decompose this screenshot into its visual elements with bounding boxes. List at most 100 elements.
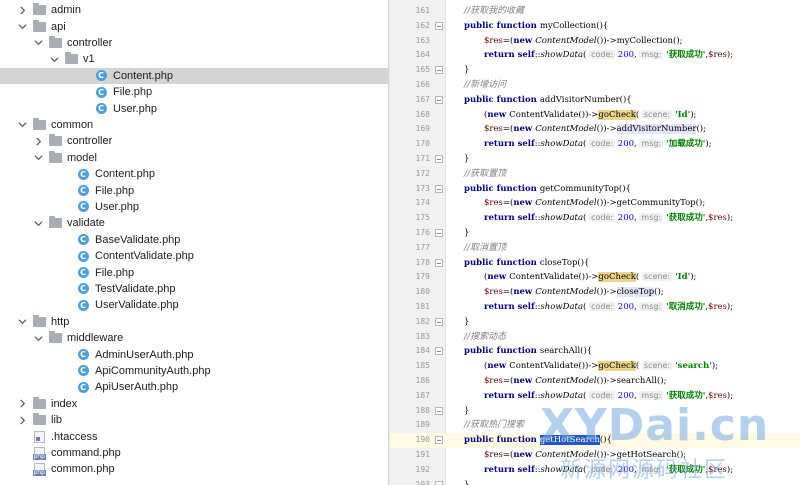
- fold-marker-icon[interactable]: [435, 258, 443, 267]
- tree-file[interactable]: command.php: [0, 445, 388, 461]
- tree-folder[interactable]: middleware: [0, 330, 388, 346]
- code-token: new: [513, 124, 536, 135]
- code-line[interactable]: 163 $res=(new ContentModel())->myCollecti…: [390, 34, 800, 49]
- tree-folder[interactable]: controller: [0, 133, 388, 149]
- chevron-right-icon[interactable]: [16, 4, 28, 16]
- tree-file[interactable]: C BaseValidate.php: [0, 232, 388, 248]
- tree-file[interactable]: C Content.php: [0, 166, 388, 182]
- code-line[interactable]: 191 $res=(new ContentModel())->getHotSear…: [390, 448, 800, 463]
- tree-file[interactable]: C User.php: [0, 199, 388, 215]
- code-line[interactable]: 177 //取消置顶: [390, 241, 800, 256]
- code-line[interactable]: 187 return self::showData( code: 200, msg…: [390, 389, 800, 404]
- code-line[interactable]: 162 public function myCollection(){: [390, 19, 800, 34]
- code-line[interactable]: 180 $res=(new ContentModel())->closeTop()…: [390, 285, 800, 300]
- code-line[interactable]: 179 (new ContentValidate())->goCheck( sce…: [390, 270, 800, 285]
- chevron-down-icon[interactable]: [32, 217, 44, 229]
- tree-folder[interactable]: model: [0, 150, 388, 166]
- tree-file[interactable]: C Content.php: [0, 67, 388, 84]
- code-line[interactable]: 165}: [390, 63, 800, 78]
- code-line[interactable]: 170 return self::showData( code: 200, msg…: [390, 137, 800, 152]
- chevron-down-icon[interactable]: [16, 21, 28, 33]
- folder-icon: [32, 314, 46, 328]
- tree-file[interactable]: C User.php: [0, 100, 388, 116]
- code-line[interactable]: 176}: [390, 226, 800, 241]
- code-line[interactable]: 173 public function getCommunityTop(){: [390, 182, 800, 197]
- tree-file[interactable]: .htaccess: [0, 428, 388, 444]
- tree-file[interactable]: C ContentValidate.php: [0, 248, 388, 264]
- chevron-down-icon[interactable]: [16, 316, 28, 328]
- code-line[interactable]: 188}: [390, 404, 800, 419]
- chevron-right-icon[interactable]: [16, 414, 28, 426]
- tree-folder[interactable]: index: [0, 396, 388, 412]
- chevron-down-icon[interactable]: [48, 53, 60, 65]
- code-line[interactable]: 183 //搜索动态: [390, 330, 800, 345]
- tree-file[interactable]: common.php: [0, 461, 388, 477]
- code-line[interactable]: 184 public function searchAll(){: [390, 344, 800, 359]
- tree-file[interactable]: C File.php: [0, 264, 388, 280]
- code-line[interactable]: 172 //获取置顶: [390, 167, 800, 182]
- tree-folder[interactable]: api: [0, 18, 388, 34]
- tree-folder[interactable]: http: [0, 314, 388, 330]
- line-number: 179: [415, 272, 430, 282]
- code-line[interactable]: 185 (new ContentValidate())->goCheck( sce…: [390, 359, 800, 374]
- tree-file[interactable]: C TestValidate.php: [0, 281, 388, 297]
- code-line[interactable]: 169 $res=(new ContentModel())->addVisitor…: [390, 122, 800, 137]
- tree-file[interactable]: C AdminUserAuth.php: [0, 346, 388, 362]
- code-line[interactable]: 174 $res=(new ContentModel())->getCommuni…: [390, 196, 800, 211]
- code-line[interactable]: 192 return self::showData( code: 200, msg…: [390, 463, 800, 478]
- fold-marker-icon[interactable]: [435, 155, 443, 163]
- code-line[interactable]: 181 return self::showData( code: 200, msg…: [390, 300, 800, 315]
- chevron-down-icon[interactable]: [32, 37, 44, 49]
- chevron-down-icon[interactable]: [16, 119, 28, 131]
- code-line[interactable]: 193}: [390, 478, 800, 485]
- fold-marker-icon[interactable]: [435, 480, 443, 485]
- parameter-hint: msg:: [639, 390, 664, 400]
- fold-marker-icon[interactable]: [435, 95, 443, 104]
- line-number: 173: [415, 183, 430, 193]
- tree-folder[interactable]: validate: [0, 215, 388, 231]
- tree-folder[interactable]: admin: [0, 2, 388, 18]
- code-line[interactable]: 164 return self::showData( code: 200, msg…: [390, 48, 800, 63]
- code-line[interactable]: 167 public function addVisitorNumber(){: [390, 93, 800, 108]
- php-class-icon: C: [76, 381, 90, 393]
- code-line[interactable]: 161 //获取我的收藏: [390, 4, 800, 19]
- code-line[interactable]: 175 return self::showData( code: 200, msg…: [390, 211, 800, 226]
- php-class-icon: C: [76, 299, 90, 311]
- code-editor[interactable]: 161 //获取我的收藏 162 public function myCollecti…: [390, 0, 800, 485]
- code-token: new: [487, 109, 510, 120]
- tree-file[interactable]: C UserValidate.php: [0, 297, 388, 313]
- tree-file[interactable]: C File.php: [0, 182, 388, 198]
- code-token: return self: [484, 213, 535, 224]
- code-line[interactable]: 186 $res=(new ContentModel())->searchAll(…: [390, 374, 800, 389]
- fold-marker-icon[interactable]: [435, 66, 443, 75]
- fold-marker-icon[interactable]: [435, 347, 443, 356]
- code-line[interactable]: 182}: [390, 315, 800, 330]
- chevron-down-icon[interactable]: [32, 332, 44, 344]
- fold-marker-icon[interactable]: [435, 406, 443, 415]
- tree-folder[interactable]: v1: [0, 51, 388, 67]
- tree-file[interactable]: C ApiUserAuth.php: [0, 379, 388, 395]
- fold-marker-icon[interactable]: [435, 184, 443, 193]
- code-line[interactable]: 178 public function closeTop(){: [390, 256, 800, 271]
- tree-folder[interactable]: common: [0, 117, 388, 133]
- tree-folder[interactable]: controller: [0, 35, 388, 51]
- fold-marker-icon[interactable]: [435, 21, 443, 30]
- fold-marker-icon[interactable]: [435, 317, 443, 326]
- fold-marker-icon[interactable]: [435, 436, 443, 445]
- code-text: //取消置顶: [464, 241, 506, 256]
- code-line[interactable]: 168 (new ContentValidate())->goCheck( sce…: [390, 108, 800, 123]
- tree-folder[interactable]: lib: [0, 412, 388, 428]
- code-token: ContentModel: [535, 124, 597, 135]
- tree-file[interactable]: C File.php: [0, 84, 388, 100]
- code-line[interactable]: 166 //新增访问: [390, 78, 800, 93]
- code-line[interactable]: 190 public function getHotSearch(){: [390, 433, 800, 448]
- fold-marker-icon[interactable]: [435, 229, 443, 237]
- chevron-right-icon[interactable]: [32, 135, 44, 147]
- chevron-right-icon[interactable]: [16, 398, 28, 410]
- chevron-down-icon[interactable]: [32, 152, 44, 164]
- code-token: //新增访问: [464, 80, 507, 90]
- code-line[interactable]: 171}: [390, 152, 800, 167]
- tree-file[interactable]: C ApiCommunityAuth.php: [0, 363, 388, 379]
- code-line[interactable]: 189 //获取热门搜索: [390, 418, 800, 433]
